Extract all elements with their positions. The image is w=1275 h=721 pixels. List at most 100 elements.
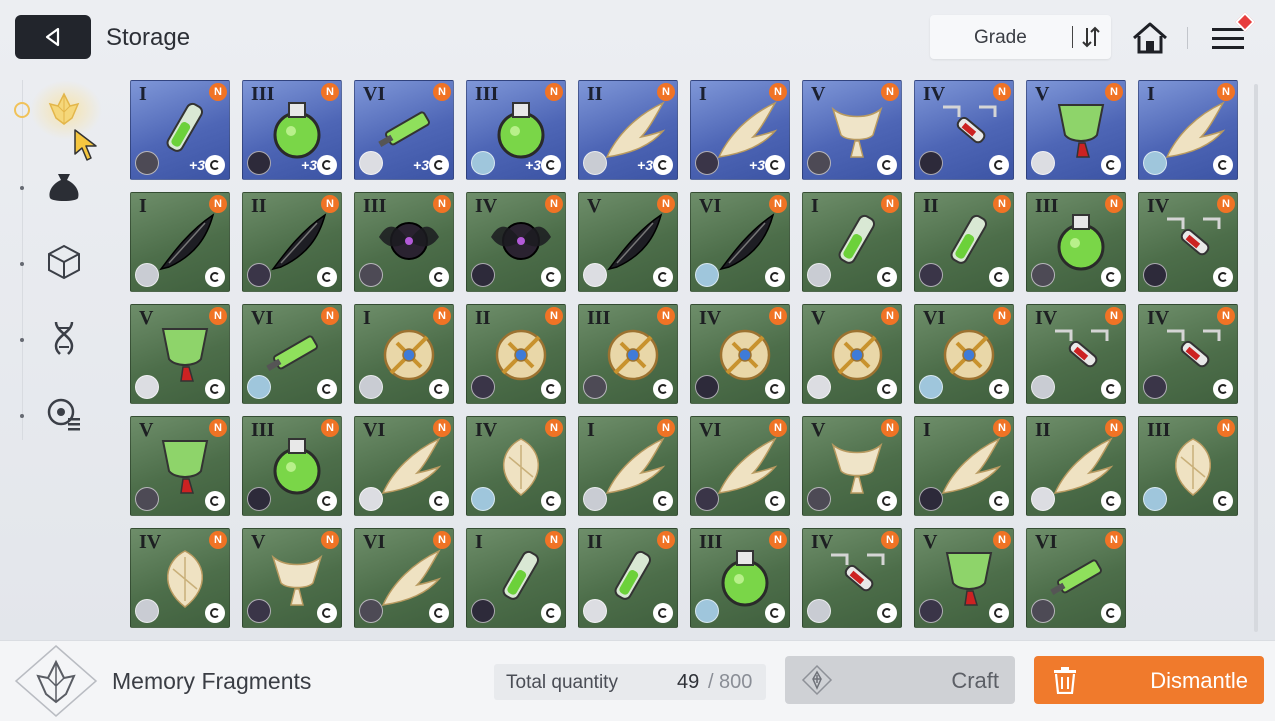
sidebar-item-dna[interactable] (38, 312, 90, 364)
fragment-grade: II (923, 195, 939, 217)
path-type-icon (429, 603, 449, 623)
fragment-card[interactable]: IN (354, 304, 454, 404)
trash-icon (1054, 667, 1076, 694)
fragment-card[interactable]: I N +3 (690, 80, 790, 180)
new-badge: N (657, 195, 675, 213)
fragment-card[interactable]: VN (802, 80, 902, 180)
character-avatar (919, 263, 943, 287)
back-button[interactable] (15, 15, 91, 59)
home-icon[interactable] (1130, 18, 1170, 58)
character-avatar (247, 487, 271, 511)
fragment-card[interactable]: I N +3 (130, 80, 230, 180)
fragment-card[interactable]: VI N (690, 192, 790, 292)
fragment-card[interactable]: VI N (242, 304, 342, 404)
fragment-card[interactable]: II N +3 (578, 80, 678, 180)
character-avatar (807, 263, 831, 287)
new-badge: N (1105, 307, 1123, 325)
fragment-card[interactable]: II N (1026, 416, 1126, 516)
fragment-card[interactable]: IN (130, 192, 230, 292)
page-title: Storage (106, 24, 191, 51)
sort-dropdown[interactable]: Grade (930, 15, 1111, 59)
sidebar-item-list[interactable] (38, 388, 90, 440)
enhance-level: +3 (637, 157, 653, 173)
fragment-card[interactable]: IV N (1138, 304, 1238, 404)
fragment-card[interactable]: VN (242, 528, 342, 628)
character-avatar (247, 263, 271, 287)
new-badge: N (433, 307, 451, 325)
fragment-card[interactable]: IN (914, 416, 1014, 516)
path-type-icon (1101, 603, 1121, 623)
fragment-grade: VI (923, 307, 946, 329)
fragment-card[interactable]: III N (354, 192, 454, 292)
fragment-card[interactable]: VI N +3 (354, 80, 454, 180)
character-avatar (919, 151, 943, 175)
fragment-card[interactable]: III N (1138, 416, 1238, 516)
new-badge: N (769, 195, 787, 213)
fragment-card[interactable]: III N +3 (466, 80, 566, 180)
fragment-card[interactable]: IV N (1138, 192, 1238, 292)
fragment-grade: III (251, 419, 275, 441)
character-avatar (695, 487, 719, 511)
fragment-card[interactable]: IV N (802, 528, 902, 628)
character-avatar (359, 487, 383, 511)
fragment-card[interactable]: IV N (690, 304, 790, 404)
character-avatar (1143, 263, 1167, 287)
fragment-card[interactable]: VN (802, 416, 902, 516)
craft-button[interactable]: Craft (785, 656, 1015, 704)
fragment-card[interactable]: VI N (690, 416, 790, 516)
path-type-icon (989, 603, 1009, 623)
path-type-icon (877, 267, 897, 287)
fragment-card[interactable]: VI N (914, 304, 1014, 404)
fragment-card[interactable]: IV N (1026, 304, 1126, 404)
sidebar-item-bag[interactable] (38, 160, 90, 212)
fragment-card[interactable]: III N (242, 416, 342, 516)
fragment-card[interactable]: VI N (354, 416, 454, 516)
character-avatar (695, 263, 719, 287)
new-badge: N (1105, 83, 1123, 101)
fragment-card[interactable]: VN (802, 304, 902, 404)
sort-order-icon[interactable] (1080, 25, 1102, 49)
fragment-card[interactable]: VN (914, 528, 1014, 628)
fragment-card[interactable]: III N (578, 304, 678, 404)
path-type-icon (317, 379, 337, 399)
fragment-card[interactable]: IN (578, 416, 678, 516)
new-badge: N (881, 307, 899, 325)
fragment-card[interactable]: VN (578, 192, 678, 292)
path-type-icon (1213, 491, 1233, 511)
path-type-icon (1213, 155, 1233, 175)
fragment-card[interactable]: VN (1026, 80, 1126, 180)
dismantle-button[interactable]: Dismantle (1034, 656, 1264, 704)
character-avatar (247, 151, 271, 175)
fragment-card[interactable]: IN (466, 528, 566, 628)
character-avatar (471, 375, 495, 399)
path-type-icon (1101, 267, 1121, 287)
sidebar-item-materials[interactable] (38, 236, 90, 288)
new-badge: N (1217, 195, 1235, 213)
fragment-card[interactable]: VI N (354, 528, 454, 628)
fragment-card[interactable]: IV N (466, 416, 566, 516)
path-type-icon (877, 491, 897, 511)
fragment-card[interactable]: VN (130, 416, 230, 516)
fragment-grade: III (699, 531, 723, 553)
fragment-card[interactable]: III N +3 (242, 80, 342, 180)
mouse-cursor-icon (74, 129, 97, 161)
grid-scrollbar[interactable] (1254, 84, 1258, 632)
fragment-card[interactable]: II N (242, 192, 342, 292)
fragment-card[interactable]: IV N (914, 80, 1014, 180)
fragment-card[interactable]: II N (914, 192, 1014, 292)
fragment-card[interactable]: IN (802, 192, 902, 292)
fragment-card[interactable]: III N (1026, 192, 1126, 292)
fragment-card[interactable]: IV N (466, 192, 566, 292)
fragment-card[interactable]: II N (466, 304, 566, 404)
character-avatar (1031, 375, 1055, 399)
fragment-card[interactable]: IV N (130, 528, 230, 628)
new-badge: N (545, 83, 563, 101)
fragment-card[interactable]: II N (578, 528, 678, 628)
fragment-card[interactable]: VN (130, 304, 230, 404)
path-type-icon (317, 491, 337, 511)
fragment-card[interactable]: IN (1138, 80, 1238, 180)
fragment-card[interactable]: III N (690, 528, 790, 628)
character-avatar (1031, 487, 1055, 511)
fragment-card[interactable]: VI N (1026, 528, 1126, 628)
sidebar-dot (20, 186, 24, 190)
